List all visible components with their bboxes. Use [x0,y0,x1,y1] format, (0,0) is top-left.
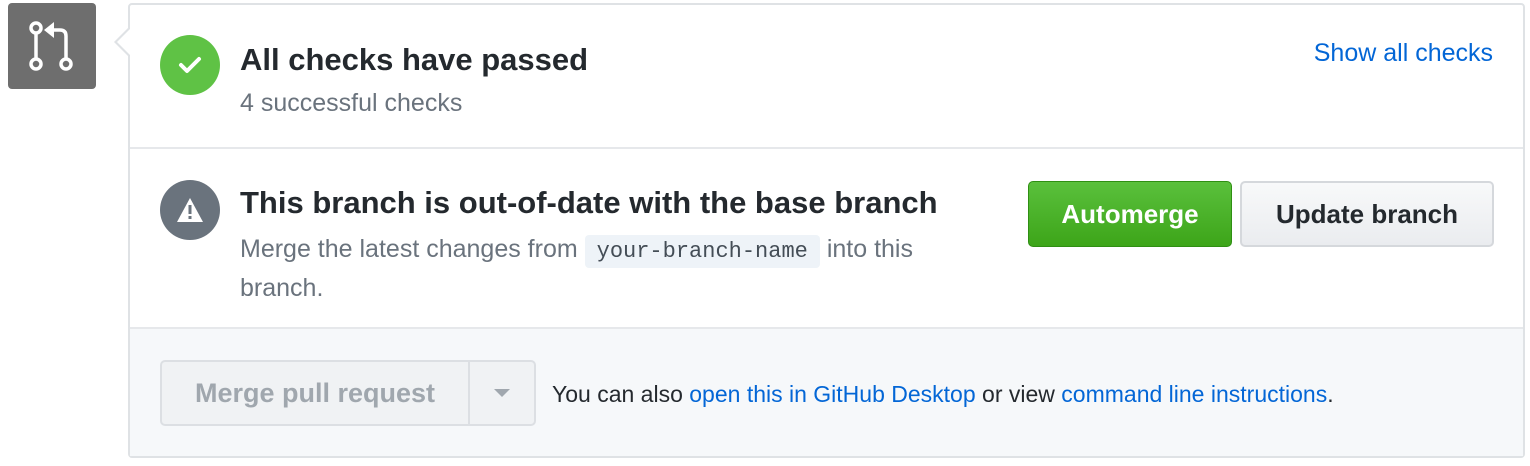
automerge-button[interactable]: Automerge [1028,181,1232,247]
branch-description: Merge the latest changes from your-branc… [240,231,1000,307]
panel-pointer-fill [117,29,130,55]
merge-pull-request-button[interactable]: Merge pull request [162,362,470,424]
merge-text-prefix: You can also [552,381,683,407]
branch-section: This branch is out-of-date with the base… [130,149,1523,329]
branch-desc-suffix: into this [826,235,913,263]
branch-desc-line2: branch. [240,274,324,302]
checks-section: All checks have passed 4 successful chec… [130,5,1523,149]
checks-subtitle: 4 successful checks [240,89,463,117]
merge-text-suffix: . [1327,381,1334,407]
branch-name-code: your-branch-name [584,235,820,268]
github-desktop-link[interactable]: open this in GitHub Desktop [689,381,975,407]
checks-title: All checks have passed [240,42,589,77]
branch-title: This branch is out-of-date with the base… [240,185,938,220]
merge-alternatives-text: You can also open this in GitHub Desktop… [552,381,1334,408]
merge-section: Merge pull request You can also open thi… [130,329,1523,456]
git-pull-request-icon [8,3,96,89]
command-line-instructions-link[interactable]: command line instructions [1061,381,1327,407]
merge-dropdown-toggle[interactable] [470,362,534,424]
alert-icon [160,180,220,240]
merge-panel: All checks have passed 4 successful chec… [128,3,1525,458]
check-icon [160,35,220,95]
show-all-checks-link[interactable]: Show all checks [1314,39,1493,68]
update-branch-button[interactable]: Update branch [1240,181,1494,247]
branch-desc-prefix: Merge the latest changes from [240,235,578,263]
merge-text-middle: or view [982,381,1055,407]
triangle-down-icon [494,389,510,397]
merge-button-group: Merge pull request [160,360,536,426]
